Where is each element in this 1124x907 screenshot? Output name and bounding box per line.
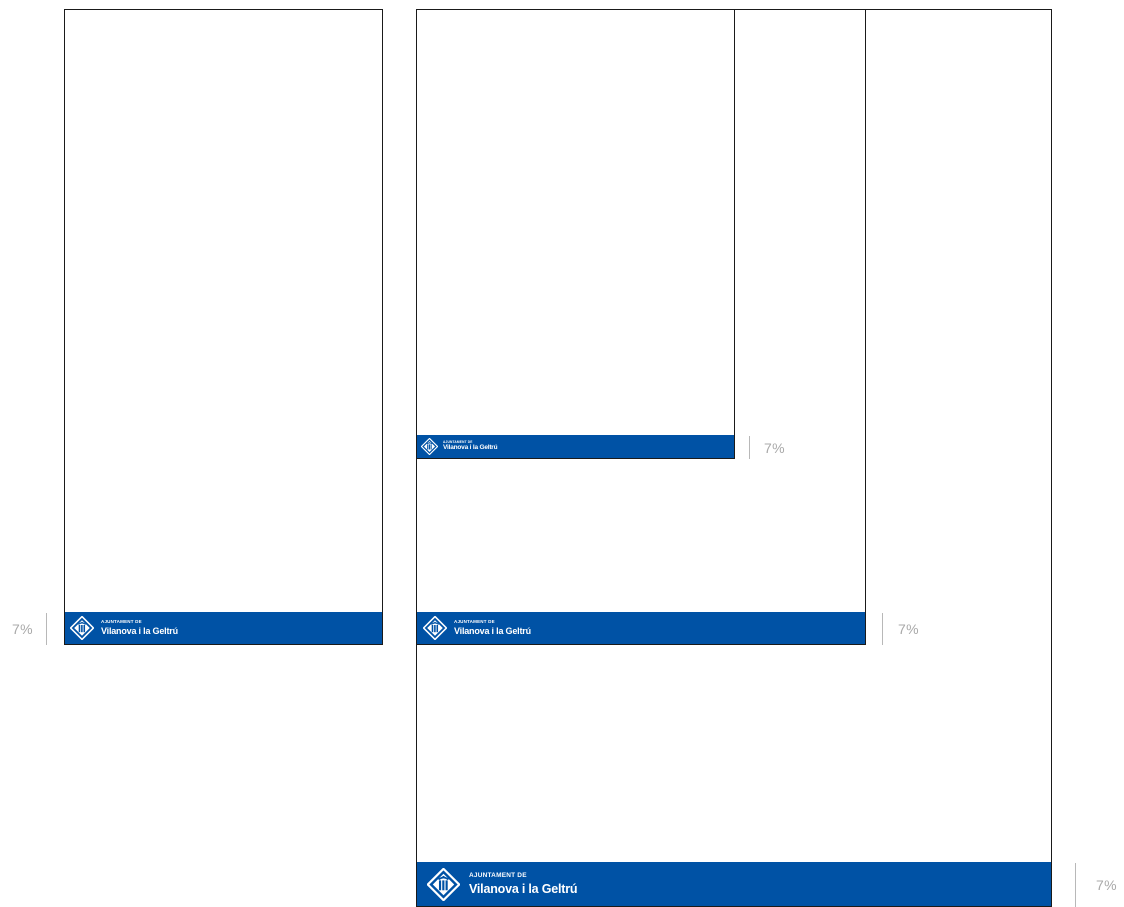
format-a-logo: AJUNTAMENT DE Vilanova i la Geltrú (70, 616, 178, 640)
format-d-band-measure: 7% (1075, 863, 1117, 907)
band-height-label: 7% (898, 621, 919, 637)
format-a-band-measure: 7% (12, 613, 47, 645)
logo-line-town: Vilanova i la Geltrú (454, 625, 531, 636)
logo-line-ajuntament: AJUNTAMENT DE (469, 872, 527, 879)
dimension-bar (882, 613, 883, 645)
dimension-bar (45, 613, 47, 645)
municipal-shield-icon (70, 616, 94, 640)
format-c-band-measure: 7% (882, 613, 919, 645)
logo-line-town: Vilanova i la Geltrú (443, 444, 498, 452)
dimension-bar (1075, 863, 1076, 907)
format-b-footer-band: AJUNTAMENT DE Vilanova i la Geltrú (417, 435, 734, 458)
format-d-logo: AJUNTAMENT DE Vilanova i la Geltrú (427, 867, 578, 901)
band-height-label: 7% (12, 621, 33, 637)
logo-line-town: Vilanova i la Geltrú (101, 625, 178, 636)
format-c-logo: AJUNTAMENT DE Vilanova i la Geltrú (423, 616, 531, 640)
dimension-bar (749, 436, 750, 459)
format-a-sheet: AJUNTAMENT DE Vilanova i la Geltrú (64, 9, 383, 645)
format-a-footer-band: AJUNTAMENT DE Vilanova i la Geltrú (65, 612, 382, 644)
logo-line-ajuntament: AJUNTAMENT DE (454, 619, 495, 625)
municipal-shield-icon (421, 438, 438, 455)
format-b-band-measure: 7% (749, 436, 785, 459)
band-height-label: 7% (1096, 877, 1117, 893)
logo-line-town: Vilanova i la Geltrú (469, 881, 578, 896)
municipal-shield-icon (423, 616, 447, 640)
municipal-shield-icon (427, 867, 460, 901)
logo-line-ajuntament: AJUNTAMENT DE (101, 619, 142, 625)
band-height-label: 7% (764, 439, 785, 456)
format-c-footer-band: AJUNTAMENT DE Vilanova i la Geltrú (417, 612, 865, 644)
format-b-sheet: AJUNTAMENT DE Vilanova i la Geltrú (416, 9, 735, 459)
format-d-footer-band: AJUNTAMENT DE Vilanova i la Geltrú (417, 862, 1051, 906)
format-b-logo: AJUNTAMENT DE Vilanova i la Geltrú (421, 438, 498, 455)
